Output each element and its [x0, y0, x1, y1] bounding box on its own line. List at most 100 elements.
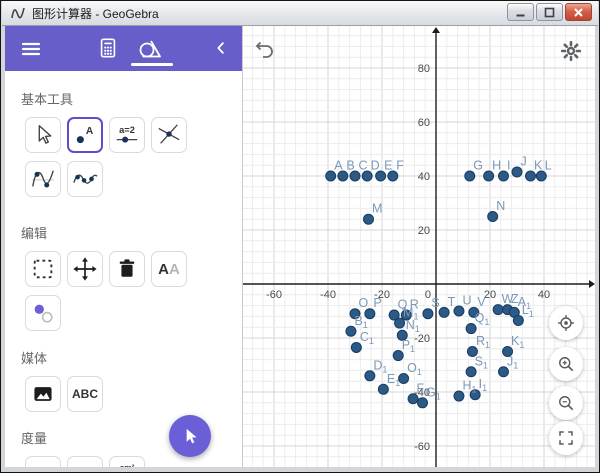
standard-view-icon[interactable]	[549, 306, 583, 340]
point-G[interactable]	[465, 171, 475, 181]
tool-grid: Aa=2	[5, 117, 205, 197]
tool-grid: cm cm²	[5, 456, 205, 467]
tool-area-button[interactable]: cm²	[109, 456, 145, 467]
tool-show-hide-object-button[interactable]	[25, 295, 61, 331]
svg-text:A: A	[86, 126, 94, 137]
tool-fit-curve-button[interactable]	[67, 161, 103, 197]
point-label-E: E	[384, 159, 392, 173]
svg-text:a=2: a=2	[119, 125, 135, 135]
point-label-O_1: O1	[407, 361, 422, 377]
point-S_1[interactable]	[466, 367, 476, 377]
fullscreen-icon[interactable]	[549, 421, 583, 455]
x-axis-arrow-icon	[589, 280, 595, 288]
tool-section: 编辑 AA	[5, 223, 242, 331]
point-label-S: S	[431, 296, 439, 310]
y-tick-label: -60	[414, 441, 430, 453]
tool-sidebar: 基本工具Aa=2编辑AA媒体ABC度量cmcm²	[5, 26, 243, 467]
point-B_1[interactable]	[346, 326, 356, 336]
minimize-button[interactable]	[507, 3, 534, 21]
tool-section: 媒体 ABC	[5, 348, 242, 412]
point-I[interactable]	[499, 171, 509, 181]
point-label-F: F	[396, 159, 404, 173]
point-label-D: D	[371, 159, 380, 173]
tool-show-label-button[interactable]: AA	[151, 251, 187, 287]
point-U[interactable]	[454, 306, 464, 316]
point-F_1[interactable]	[408, 394, 418, 404]
tool-select-region-button[interactable]	[25, 251, 61, 287]
section-label: 基本工具	[21, 89, 242, 108]
point-label-D_1: D1	[373, 358, 387, 374]
point-A[interactable]	[326, 171, 336, 181]
point-label-C: C	[359, 159, 368, 173]
window-controls	[505, 3, 592, 21]
point-label-R_1: R1	[476, 334, 490, 350]
geometry-tools-icon[interactable]	[137, 37, 163, 66]
active-tab-underline	[131, 63, 173, 66]
tool-angle-button[interactable]	[25, 456, 61, 467]
tool-move-object-button[interactable]	[67, 251, 103, 287]
section-label: 编辑	[21, 223, 242, 242]
tool-function-button[interactable]	[25, 161, 61, 197]
point-D[interactable]	[362, 171, 372, 181]
close-button[interactable]	[565, 3, 592, 21]
tool-section: 基本工具 Aa=2	[5, 89, 242, 197]
tool-distance-button[interactable]: cm	[67, 456, 103, 467]
tool-grid: ABC	[5, 376, 205, 412]
tool-grid: AA	[5, 251, 205, 331]
point-label-P: P	[373, 296, 381, 310]
tool-move-cursor-button[interactable]	[25, 117, 61, 153]
window-title: 图形计算器 - GeoGebra	[32, 5, 159, 22]
point-E[interactable]	[376, 171, 386, 181]
point-label-G_1: G1	[426, 385, 441, 401]
y-tick-label: 60	[418, 117, 430, 129]
point-label-L: L	[545, 159, 552, 173]
menu-icon[interactable]	[19, 37, 43, 66]
point-label-J: J	[521, 154, 527, 168]
point-J_1[interactable]	[499, 367, 509, 377]
point-label-P_1: P1	[402, 338, 415, 354]
zoom-in-icon[interactable]	[549, 347, 583, 381]
point-label-Q_1: Q1	[475, 311, 490, 327]
svg-text:cm: cm	[79, 464, 91, 467]
zoom-out-icon[interactable]	[549, 386, 583, 420]
undo-icon[interactable]	[253, 37, 277, 61]
y-tick-label: 80	[418, 63, 430, 75]
x-tick-label: 0	[425, 289, 431, 301]
tool-point-button[interactable]: A	[67, 117, 103, 153]
tool-intersect-button[interactable]	[151, 117, 187, 153]
point-F[interactable]	[388, 171, 398, 181]
x-tick-label: 40	[538, 289, 550, 301]
point-L[interactable]	[536, 171, 546, 181]
tool-image-button[interactable]	[25, 376, 61, 412]
tool-delete-button[interactable]	[109, 251, 145, 287]
geogebra-logo-icon	[10, 5, 26, 21]
point-label-O: O	[359, 296, 369, 310]
point-label-C_1: C1	[360, 330, 374, 346]
section-label: 媒体	[21, 348, 242, 367]
graph-canvas[interactable]: -60-40-200204080604020-20-40-60ABCDEFGHI…	[243, 26, 595, 467]
collapse-panel-icon[interactable]	[212, 39, 230, 62]
settings-gear-icon[interactable]	[559, 39, 583, 63]
tool-slider-button[interactable]: a=2	[109, 117, 145, 153]
point-C[interactable]	[350, 171, 360, 181]
geogebra-window: 图形计算器 - GeoGebra	[0, 0, 600, 473]
point-label-J_1: J1	[507, 354, 518, 370]
titlebar[interactable]: 图形计算器 - GeoGebra	[2, 1, 598, 26]
point-B[interactable]	[338, 171, 348, 181]
calculator-icon[interactable]	[97, 37, 119, 64]
svg-text:cm²: cm²	[120, 462, 135, 467]
point-label-A: A	[334, 159, 343, 173]
graphics-view[interactable]: -60-40-200204080604020-20-40-60ABCDEFGHI…	[243, 26, 595, 467]
point-N[interactable]	[488, 212, 498, 222]
point-H[interactable]	[484, 171, 494, 181]
point-K[interactable]	[526, 171, 536, 181]
point-label-M: M	[372, 202, 382, 216]
y-axis-arrow-icon	[432, 27, 440, 33]
tool-text-button[interactable]: ABC	[67, 376, 103, 412]
x-tick-label: 20	[484, 289, 496, 301]
y-tick-label: 40	[418, 171, 430, 183]
y-tick-label: -20	[414, 333, 430, 345]
maximize-button[interactable]	[536, 3, 563, 21]
pointer-cursor-icon[interactable]	[169, 415, 211, 457]
point-label-U: U	[462, 294, 471, 308]
